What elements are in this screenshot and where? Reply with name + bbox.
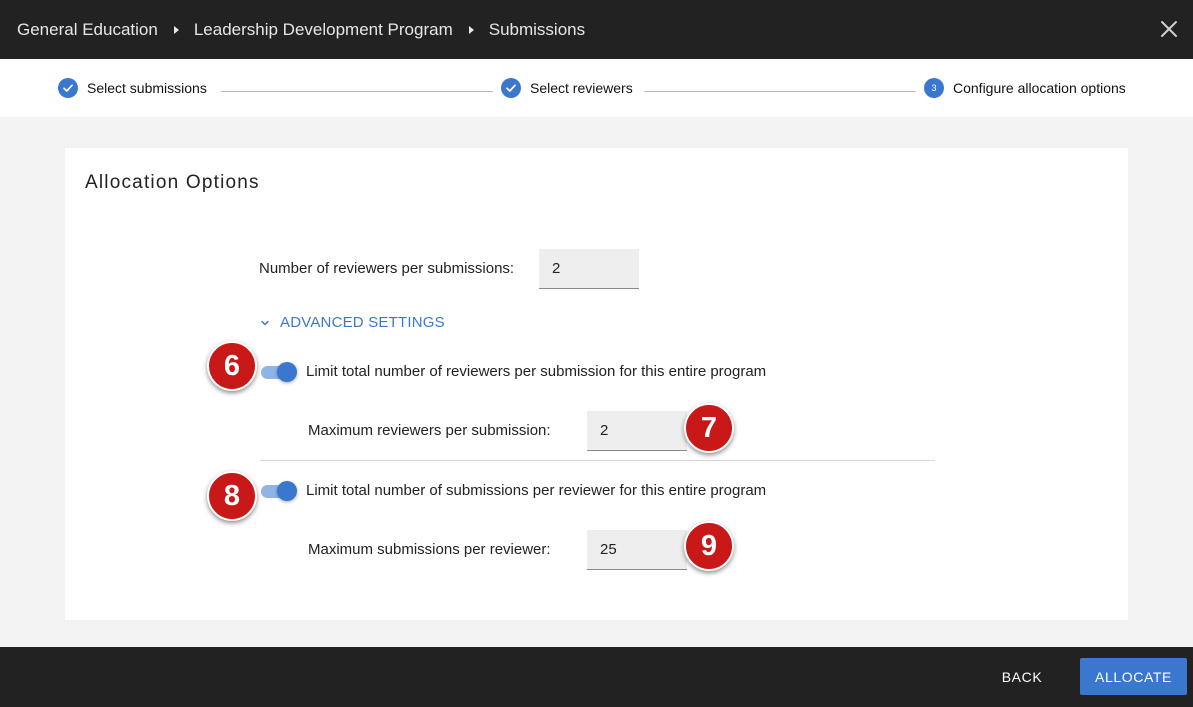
- step-number: 3: [931, 83, 937, 93]
- reviewers-per-submission-input[interactable]: [539, 249, 639, 289]
- allocate-button[interactable]: ALLOCATE: [1080, 658, 1187, 695]
- advanced-settings-toggle[interactable]: ADVANCED SETTINGS: [259, 314, 445, 331]
- stepper: Select submissions Select reviewers 3 Co…: [0, 59, 1193, 117]
- advanced-settings-label: ADVANCED SETTINGS: [280, 314, 445, 331]
- limit-reviewers-toggle[interactable]: [259, 361, 297, 383]
- toggle-thumb: [277, 362, 297, 382]
- limit-submissions-toggle[interactable]: [259, 480, 297, 502]
- section-divider: [260, 460, 935, 461]
- card-title: Allocation Options: [85, 172, 260, 193]
- step-select-submissions[interactable]: Select submissions: [58, 59, 207, 117]
- step-configure-allocation[interactable]: 3 Configure allocation options: [924, 59, 1126, 117]
- check-circle-icon: [501, 78, 521, 98]
- step-connector: [221, 91, 493, 92]
- step-label: Configure allocation options: [953, 80, 1126, 96]
- check-circle-icon: [58, 78, 78, 98]
- toggle-thumb: [277, 481, 297, 501]
- limit-submissions-label: Limit total number of submissions per re…: [306, 482, 767, 499]
- breadcrumb-item-general-education[interactable]: General Education: [17, 20, 158, 40]
- breadcrumb: General Education Leadership Development…: [17, 0, 585, 59]
- max-reviewers-label: Maximum reviewers per submission:: [308, 422, 551, 439]
- callout-badge-7: 7: [684, 403, 734, 453]
- step-label: Select submissions: [87, 80, 207, 96]
- top-bar: General Education Leadership Development…: [0, 0, 1193, 59]
- breadcrumb-item-submissions: Submissions: [488, 19, 586, 39]
- breadcrumb-arrow-icon: [468, 25, 474, 34]
- callout-badge-6: 6: [207, 341, 257, 391]
- breadcrumb-item-program[interactable]: Leadership Development Program: [194, 20, 453, 40]
- step-label: Select reviewers: [530, 80, 633, 96]
- footer-bar: BACK ALLOCATE: [0, 647, 1193, 707]
- max-submissions-label: Maximum submissions per reviewer:: [308, 541, 551, 558]
- back-button[interactable]: BACK: [986, 658, 1058, 695]
- step-connector: [644, 91, 916, 92]
- step-select-reviewers[interactable]: Select reviewers: [501, 59, 633, 117]
- close-icon: [1161, 21, 1177, 37]
- step-number-circle: 3: [924, 78, 944, 98]
- max-submissions-input[interactable]: [587, 530, 687, 570]
- reviewers-per-submission-label: Number of reviewers per submissions:: [259, 260, 515, 277]
- callout-badge-9: 9: [684, 521, 734, 571]
- max-reviewers-input[interactable]: [587, 411, 687, 451]
- close-button[interactable]: [1157, 17, 1181, 41]
- breadcrumb-arrow-icon: [173, 25, 179, 34]
- callout-badge-8: 8: [207, 471, 257, 521]
- limit-reviewers-label: Limit total number of reviewers per subm…: [306, 363, 767, 380]
- chevron-down-icon: [261, 320, 269, 325]
